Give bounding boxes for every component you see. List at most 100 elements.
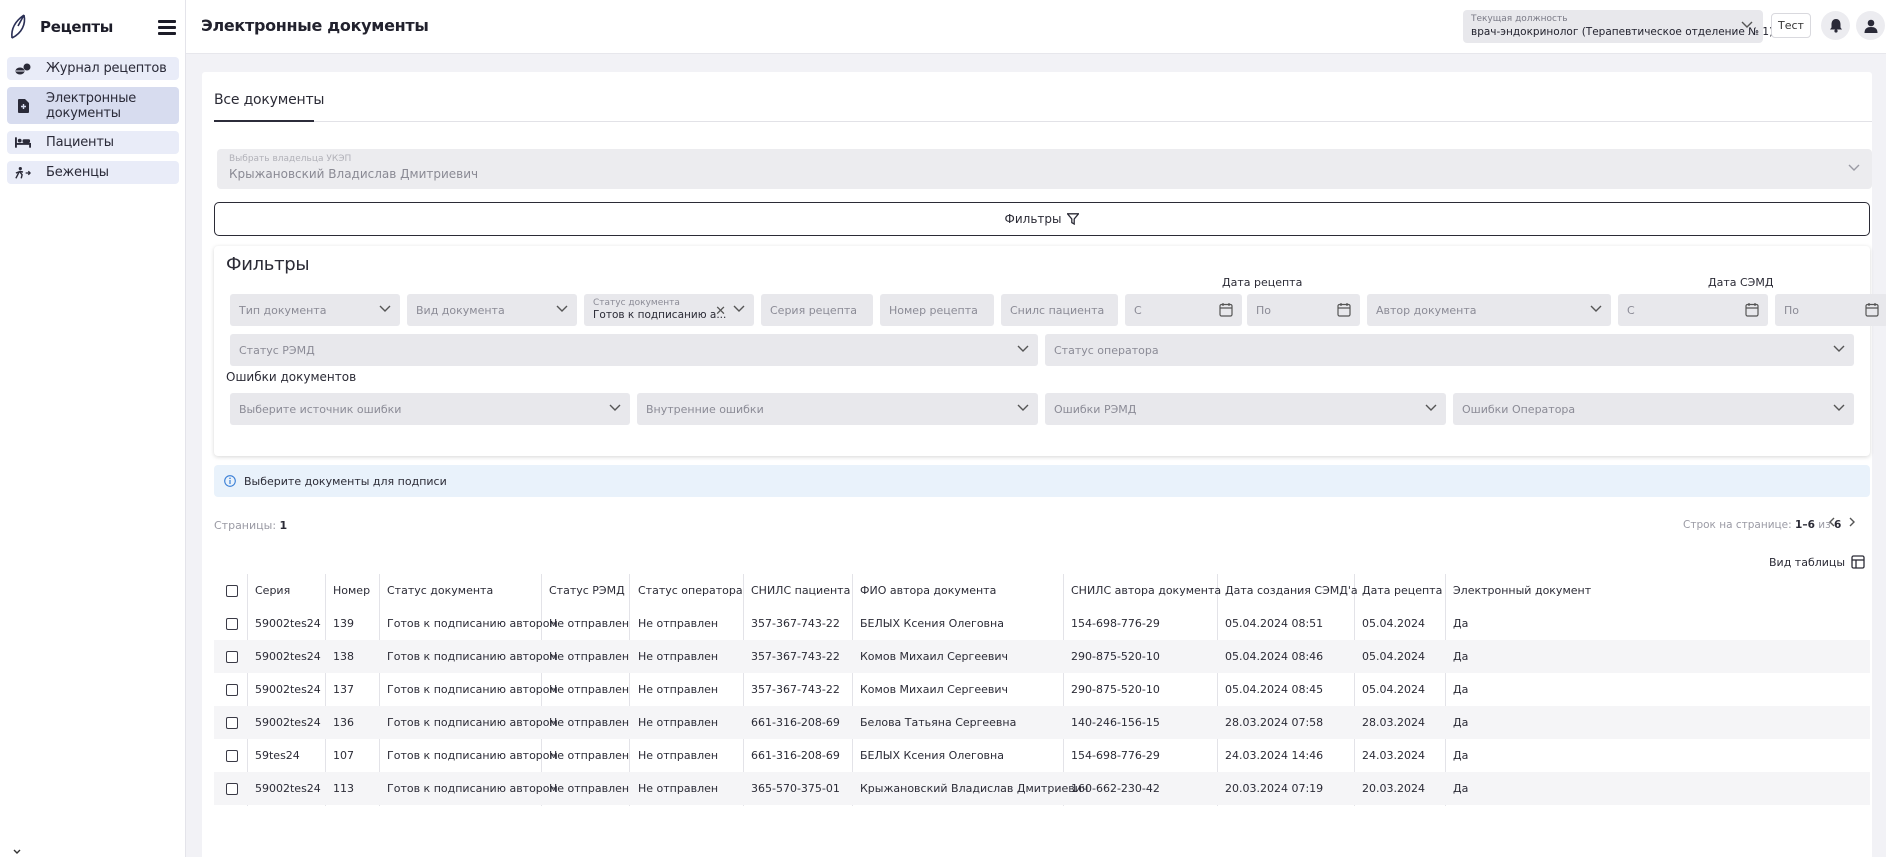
table-cell: 24.03.2024 — [1362, 749, 1425, 762]
calendar-icon[interactable] — [1865, 302, 1879, 317]
ukep-owner-select[interactable]: Выбрать владельца УКЭП Крыжановский Влад… — [217, 149, 1872, 189]
table-cell: Комов Михаил Сергеевич — [860, 650, 1008, 663]
column-header[interactable]: Номер — [333, 584, 370, 597]
filters-title: Фильтры — [226, 254, 310, 275]
recipe-date-caption: Дата рецепта — [1222, 276, 1303, 289]
sidebar-item-patients[interactable]: Пациенты — [7, 131, 179, 154]
sidebar-item-label: Пациенты — [46, 135, 114, 150]
calendar-icon[interactable] — [1745, 302, 1759, 317]
recipe-number-input[interactable]: Номер рецепта — [880, 294, 994, 326]
current-position-select[interactable]: Текущая должность врач-эндокринолог (Тер… — [1463, 10, 1773, 43]
operator-status-select[interactable]: Статус оператора — [1045, 334, 1854, 366]
semd-date-from[interactable]: С — [1618, 294, 1768, 326]
column-header[interactable]: ФИО автора документа — [860, 584, 996, 597]
sidebar-item-refugees[interactable]: Беженцы — [7, 161, 179, 184]
filters-button[interactable]: Фильтры — [214, 202, 1870, 236]
notifications-button[interactable] — [1821, 11, 1850, 40]
chevron-right-icon[interactable] — [1848, 517, 1856, 527]
column-header[interactable]: Дата рецепта — [1362, 584, 1442, 597]
row-checkbox[interactable] — [226, 750, 238, 762]
chevron-down-icon — [609, 404, 621, 411]
table-row[interactable]: 59002tes24 139 Готов к подписанию автором Н… — [214, 607, 1870, 640]
row-checkbox[interactable] — [226, 684, 238, 696]
doc-status-label: Статус документа — [593, 298, 680, 308]
column-header[interactable]: СНИЛС автора документа — [1071, 584, 1221, 597]
tab-all-documents[interactable]: Все документы — [214, 92, 324, 108]
table-header-row: Серия Номер Статус документа Статус РЭМД Ста… — [214, 574, 1870, 607]
owner-label: Выбрать владельца УКЭП — [229, 154, 352, 164]
column-header[interactable]: Статус документа — [387, 584, 493, 597]
doc-type-select[interactable]: Тип документа — [230, 294, 400, 326]
pages-label: Страницы: — [214, 519, 277, 532]
table-cell: 28.03.2024 07:58 — [1225, 716, 1324, 729]
table-cell: 136 — [333, 716, 354, 729]
operator-errors-select[interactable]: Ошибки Оператора — [1453, 393, 1854, 425]
sidebar-item-electronic-documents[interactable]: Электронные документы — [7, 87, 179, 124]
row-checkbox[interactable] — [226, 783, 238, 795]
sidebar-item-recipes-journal[interactable]: Журнал рецептов — [7, 57, 179, 80]
documents-card: Все документы Выбрать владельца УКЭП Кры… — [202, 72, 1886, 857]
chevron-down-icon — [1848, 164, 1860, 171]
table-view-button[interactable]: Вид таблицы — [1769, 555, 1865, 569]
column-header[interactable]: Электронный документ — [1453, 584, 1591, 597]
brand[interactable]: Рецепты — [8, 14, 113, 40]
column-header[interactable]: Серия — [255, 584, 290, 597]
doc-status-select[interactable]: Статус документа Готов к подписанию а...… — [584, 294, 754, 326]
column-header[interactable]: Дата создания СЭМД'а — [1225, 584, 1358, 597]
recipe-date-from[interactable]: С — [1125, 294, 1242, 326]
doc-status-value: Готов к подписанию а... — [593, 309, 727, 321]
semd-date-to[interactable]: По — [1775, 294, 1886, 326]
table-cell: 154-698-776-29 — [1071, 617, 1160, 630]
rows-label: Строк на странице: — [1683, 519, 1792, 531]
chevron-left-icon[interactable] — [1828, 517, 1836, 527]
menu-toggle-icon[interactable] — [158, 20, 176, 36]
recipe-date-to[interactable]: По — [1247, 294, 1360, 326]
filter-icon — [1067, 213, 1080, 225]
select-all-checkbox[interactable] — [226, 585, 238, 597]
column-header[interactable]: Статус оператора — [638, 584, 743, 597]
chevron-down-icon — [379, 305, 391, 312]
error-source-select[interactable]: Выберите источник ошибки — [230, 393, 630, 425]
table-cell: 107 — [333, 749, 354, 762]
row-checkbox[interactable] — [226, 651, 238, 663]
internal-errors-select[interactable]: Внутренние ошибки — [637, 393, 1038, 425]
table-cell: 05.04.2024 08:45 — [1225, 683, 1324, 696]
table-cell: 59002tes24 — [255, 617, 321, 630]
table-row[interactable]: 59tes24 107 Готов к подписанию автором Не о… — [214, 739, 1870, 772]
table-cell: 05.04.2024 — [1362, 650, 1425, 663]
doc-author-select[interactable]: Автор документа — [1367, 294, 1611, 326]
table-row[interactable]: 59002tes24 136 Готов к подписанию автором Н… — [214, 706, 1870, 739]
pages-value[interactable]: 1 — [280, 519, 288, 532]
profile-button[interactable] — [1856, 11, 1885, 40]
calendar-icon[interactable] — [1219, 302, 1233, 317]
table-cell: 137 — [333, 683, 354, 696]
column-header[interactable]: СНИЛС пациента — [751, 584, 850, 597]
clear-icon[interactable]: ✕ — [715, 304, 726, 319]
test-button[interactable]: Тест — [1771, 13, 1811, 38]
calendar-icon[interactable] — [1337, 302, 1351, 317]
remd-errors-select[interactable]: Ошибки РЭМД — [1045, 393, 1446, 425]
table-cell: Не отправлен — [549, 617, 630, 630]
table-cell: Не отправлен — [638, 683, 719, 696]
doc-kind-placeholder: Вид документа — [416, 303, 505, 317]
table-cell: Не отправлен — [638, 716, 719, 729]
patient-snils-input[interactable]: Снилс пациента — [1001, 294, 1118, 326]
doc-kind-select[interactable]: Вид документа — [407, 294, 577, 326]
row-checkbox[interactable] — [226, 717, 238, 729]
chevron-down-icon[interactable] — [13, 848, 21, 856]
operator-status-placeholder: Статус оператора — [1054, 343, 1159, 357]
recipe-series-input[interactable]: Серия рецепта — [761, 294, 873, 326]
chevron-down-icon — [1017, 404, 1029, 411]
table-cell: 59002tes24 — [255, 683, 321, 696]
table-row[interactable]: 59002tes24 137 Готов к подписанию автором Н… — [214, 673, 1870, 706]
table-row[interactable]: 59002tes24 113 Готов к подписанию автором Н… — [214, 772, 1870, 805]
table-row[interactable]: 59002tes24 138 Готов к подписанию автором Н… — [214, 640, 1870, 673]
column-header[interactable]: Статус РЭМД — [549, 584, 625, 597]
filters-panel: Фильтры Дата рецепта Дата СЭМД Тип докум… — [214, 246, 1886, 456]
chevron-down-icon — [556, 305, 568, 312]
table-cell: 59002tes24 — [255, 716, 321, 729]
row-checkbox[interactable] — [226, 618, 238, 630]
owner-value: Крыжановский Владислав Дмитриевич — [229, 167, 479, 181]
table-cell: Да — [1453, 716, 1469, 729]
remd-status-select[interactable]: Статус РЭМД — [230, 334, 1038, 366]
